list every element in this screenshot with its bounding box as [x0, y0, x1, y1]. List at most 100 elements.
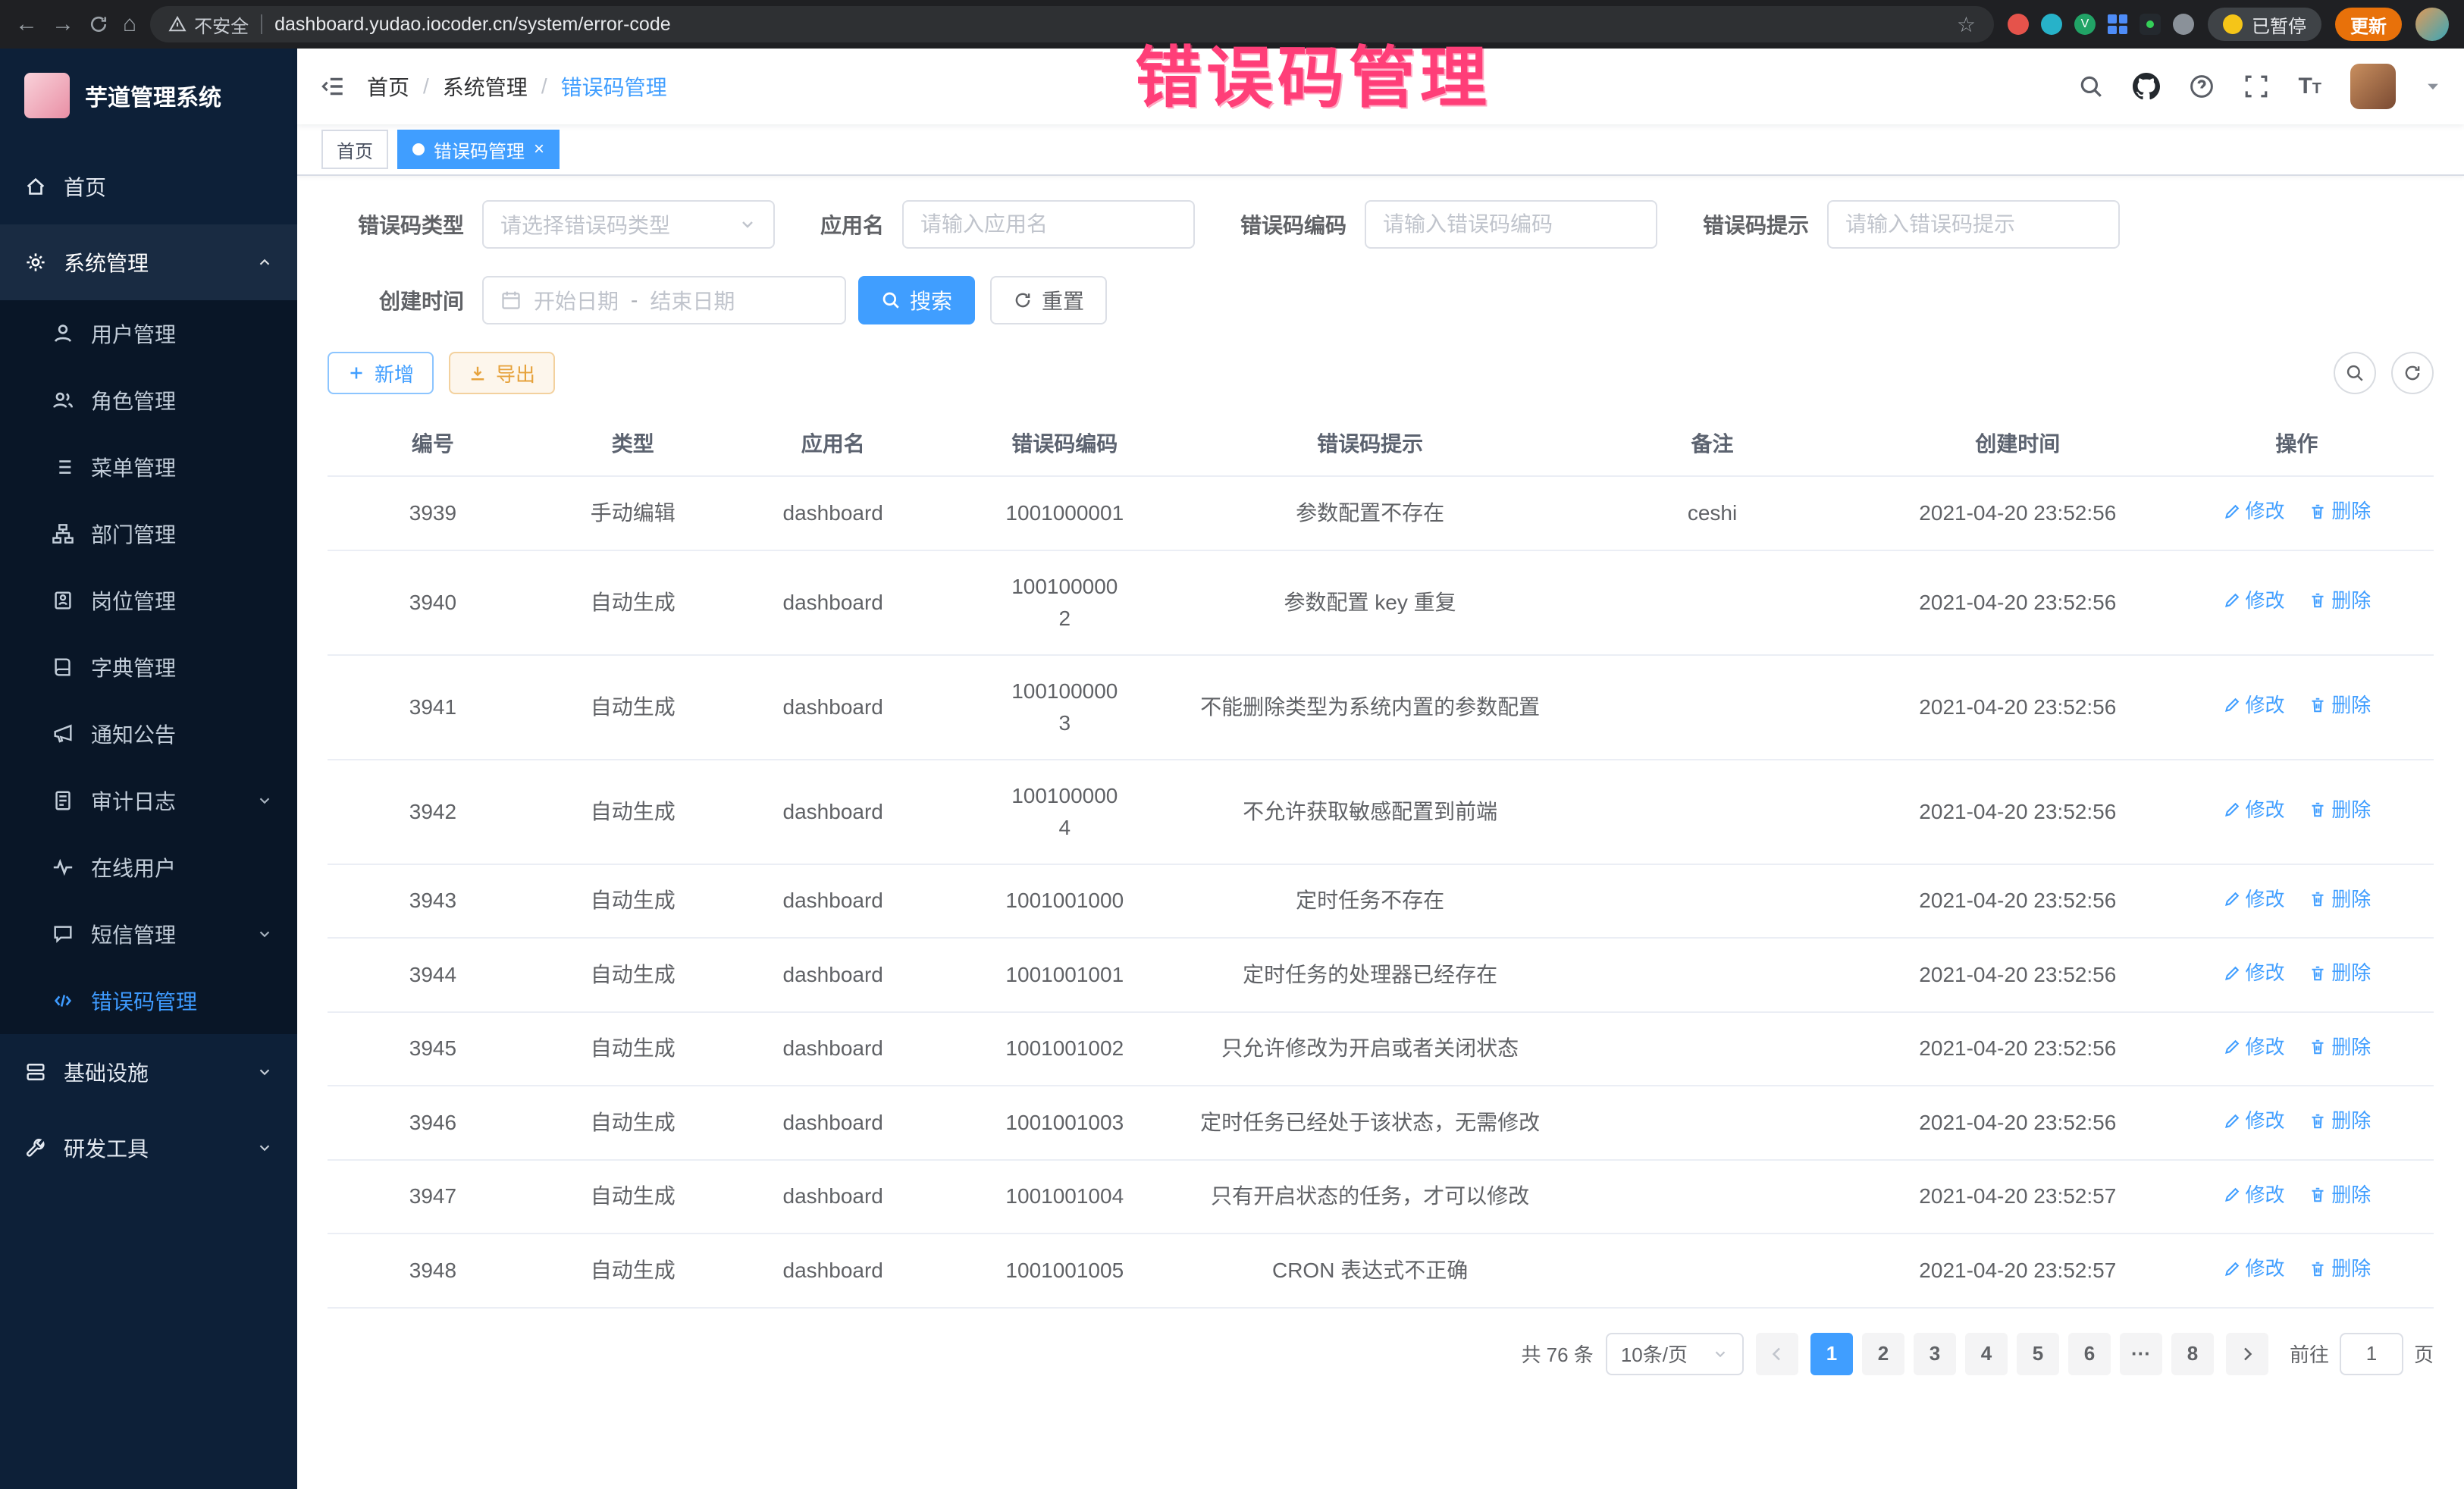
refresh-table-button[interactable]	[2391, 352, 2434, 394]
sidebar-item-post-management[interactable]: 岗位管理	[0, 567, 297, 634]
breadcrumb-item-system[interactable]: 系统管理	[443, 71, 528, 102]
close-icon[interactable]: ×	[534, 140, 544, 158]
sidebar-item-dict-management[interactable]: 字典管理	[0, 634, 297, 701]
sidebar-item-sms-management[interactable]: 短信管理	[0, 901, 297, 967]
extension-icon-grid[interactable]	[2108, 14, 2127, 34]
sidebar-item-menu-management[interactable]: 菜单管理	[0, 434, 297, 500]
delete-link[interactable]: 删除	[2309, 691, 2371, 720]
date-range-picker[interactable]: 开始日期 - 结束日期	[482, 276, 846, 324]
page-button[interactable]: 4	[1965, 1333, 2008, 1375]
goto-page-input[interactable]	[2340, 1333, 2403, 1375]
delete-link[interactable]: 删除	[2309, 497, 2371, 526]
help-icon[interactable]	[2189, 74, 2215, 99]
search-button[interactable]: 搜索	[858, 276, 975, 324]
edit-link[interactable]: 修改	[2223, 1254, 2285, 1284]
update-button[interactable]: 更新	[2335, 8, 2402, 41]
url-text[interactable]: dashboard.yudao.iocoder.cn/system/error-…	[274, 14, 1945, 36]
page-size-select[interactable]: 10条/页	[1606, 1333, 1744, 1375]
edit-link[interactable]: 修改	[2223, 795, 2285, 825]
user-avatar[interactable]	[2350, 64, 2396, 109]
sidebar-item-department-management[interactable]: 部门管理	[0, 500, 297, 567]
extension-icon-dark[interactable]	[2140, 14, 2161, 35]
sidebar-item-user-management[interactable]: 用户管理	[0, 300, 297, 367]
cell-code: 1001001002	[939, 1012, 1191, 1086]
page-button[interactable]: 6	[2068, 1333, 2111, 1375]
page-button[interactable]: 5	[2017, 1333, 2059, 1375]
reset-button[interactable]: 重置	[990, 276, 1107, 324]
edit-link[interactable]: 修改	[2223, 1106, 2285, 1136]
extension-icon-red[interactable]	[2008, 14, 2029, 35]
paused-button[interactable]: 已暂停	[2208, 8, 2321, 41]
export-button[interactable]: 导出	[449, 352, 555, 394]
bookmark-star-icon[interactable]: ☆	[1957, 12, 1976, 37]
page-button[interactable]: ···	[2120, 1333, 2162, 1375]
font-size-icon[interactable]: TT	[2298, 74, 2321, 99]
end-date-placeholder[interactable]: 结束日期	[650, 285, 735, 315]
fullscreen-icon[interactable]	[2243, 74, 2269, 99]
sidebar-item-infrastructure[interactable]: 基础设施	[0, 1034, 297, 1110]
delete-link[interactable]: 删除	[2309, 1033, 2371, 1062]
prev-page-button[interactable]	[1756, 1333, 1798, 1375]
edit-link[interactable]: 修改	[2223, 958, 2285, 988]
search-icon[interactable]	[2078, 74, 2104, 99]
error-message-input[interactable]	[1827, 200, 2120, 249]
tab-error-code-management[interactable]: 错误码管理 ×	[397, 130, 560, 169]
extension-icon-vue[interactable]: V	[2074, 14, 2096, 35]
address-bar[interactable]: 不安全 dashboard.yudao.iocoder.cn/system/er…	[150, 6, 1994, 42]
sidebar-item-dev-tools[interactable]: 研发工具	[0, 1110, 297, 1186]
plus-icon	[347, 364, 365, 382]
page-button[interactable]: 3	[1914, 1333, 1956, 1375]
next-page-button[interactable]	[2226, 1333, 2268, 1375]
error-code-input[interactable]	[1365, 200, 1657, 249]
cell-remark	[1549, 1012, 1876, 1086]
extension-icon-teal[interactable]	[2041, 14, 2062, 35]
badge-icon	[52, 589, 74, 612]
edit-link[interactable]: 修改	[2223, 885, 2285, 914]
sidebar-toggle-icon[interactable]	[320, 74, 346, 99]
breadcrumb-item-home[interactable]: 首页	[367, 71, 409, 102]
delete-label: 删除	[2331, 1106, 2371, 1136]
edit-link[interactable]: 修改	[2223, 1180, 2285, 1210]
app-name-input[interactable]	[902, 200, 1195, 249]
github-icon[interactable]	[2133, 73, 2160, 100]
delete-link[interactable]: 删除	[2309, 1106, 2371, 1136]
cell-actions: 修改 删除	[2160, 550, 2434, 655]
add-button[interactable]: 新增	[328, 352, 434, 394]
delete-link[interactable]: 删除	[2309, 1180, 2371, 1210]
sidebar-item-notice[interactable]: 通知公告	[0, 701, 297, 767]
delete-link[interactable]: 删除	[2309, 586, 2371, 616]
cell-message: 不能删除类型为系统内置的参数配置	[1191, 655, 1549, 760]
edit-link[interactable]: 修改	[2223, 586, 2285, 616]
home-icon[interactable]: ⌂	[123, 13, 136, 36]
sidebar-item-audit-log[interactable]: 审计日志	[0, 767, 297, 834]
page-button[interactable]: 8	[2171, 1333, 2214, 1375]
delete-link[interactable]: 删除	[2309, 1254, 2371, 1284]
extensions-puzzle-icon[interactable]	[2173, 14, 2194, 35]
security-warning[interactable]: 不安全	[168, 11, 249, 38]
page-button[interactable]: 2	[1862, 1333, 1904, 1375]
sidebar-logo[interactable]: 芋道管理系统	[0, 49, 297, 143]
sidebar-item-online-users[interactable]: 在线用户	[0, 834, 297, 901]
delete-link[interactable]: 删除	[2309, 958, 2371, 988]
show-search-button[interactable]	[2334, 352, 2376, 394]
page-button[interactable]: 1	[1810, 1333, 1853, 1375]
reload-icon[interactable]	[88, 14, 109, 35]
delete-link[interactable]: 删除	[2309, 885, 2371, 914]
back-icon[interactable]: ←	[15, 13, 38, 36]
edit-link[interactable]: 修改	[2223, 1033, 2285, 1062]
tab-home[interactable]: 首页	[321, 130, 388, 169]
sidebar-item-home[interactable]: 首页	[0, 149, 297, 224]
start-date-placeholder[interactable]: 开始日期	[534, 285, 619, 315]
delete-link[interactable]: 删除	[2309, 795, 2371, 825]
sidebar-item-error-code-management[interactable]: 错误码管理	[0, 967, 297, 1034]
browser-profile-avatar[interactable]	[2415, 8, 2449, 41]
error-type-select[interactable]: 请选择错误码类型	[482, 200, 775, 249]
sidebar-item-system-management[interactable]: 系统管理	[0, 224, 297, 300]
caret-down-icon[interactable]	[2425, 78, 2441, 95]
edit-link[interactable]: 修改	[2223, 497, 2285, 526]
sidebar-item-role-management[interactable]: 角色管理	[0, 367, 297, 434]
megaphone-icon	[52, 723, 74, 745]
cell-actions: 修改 删除	[2160, 760, 2434, 864]
edit-link[interactable]: 修改	[2223, 691, 2285, 720]
forward-icon[interactable]: →	[52, 13, 74, 36]
